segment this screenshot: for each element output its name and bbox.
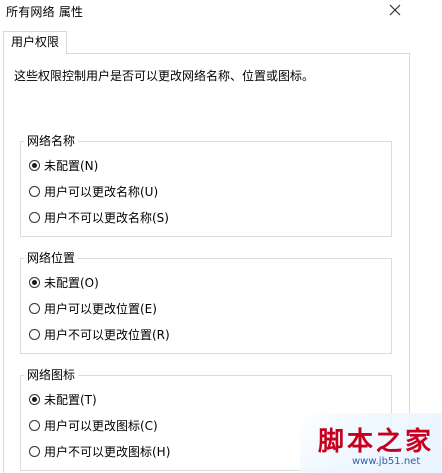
group-legend: 网络图标 <box>24 367 79 383</box>
radio-option[interactable]: 用户可以更改位置(E) <box>29 299 157 317</box>
radio-button[interactable] <box>29 211 40 223</box>
description-text: 这些权限控制用户是否可以更改网络名称、位置或图标。 <box>14 69 315 83</box>
window-title: 所有网络 属性 <box>6 5 84 19</box>
radio-option[interactable]: 用户不可以更改位置(R) <box>29 325 170 343</box>
tab-strip: 用户权限 <box>0 30 442 54</box>
tab-user-permissions[interactable]: 用户权限 <box>3 31 68 54</box>
radio-button[interactable] <box>29 302 40 314</box>
radio-button[interactable] <box>29 445 40 457</box>
radio-button[interactable] <box>29 328 40 340</box>
radio-option[interactable]: 未配置(O) <box>29 273 99 291</box>
group-network-location: 网络位置 未配置(O) 用户可以更改位置(E) 用户不可以更改位置(R) <box>20 250 392 354</box>
radio-option[interactable]: 用户可以更改图标(C) <box>29 416 158 434</box>
group-legend: 网络位置 <box>24 250 79 266</box>
radio-label: 未配置(T) <box>44 392 97 407</box>
radio-option[interactable]: 用户可以更改名称(U) <box>29 182 158 200</box>
radio-label: 未配置(N) <box>44 158 99 173</box>
radio-option[interactable]: 未配置(T) <box>29 390 97 408</box>
radio-option[interactable]: 用户不可以更改图标(H) <box>29 442 170 460</box>
radio-label: 用户不可以更改位置(R) <box>44 327 170 342</box>
properties-dialog: 所有网络 属性 用户权限 这些权限控制用户是否可以更改网络名称、位置或图标。 网… <box>0 0 442 473</box>
radio-button[interactable] <box>29 185 40 197</box>
title-bar: 所有网络 属性 <box>0 0 442 24</box>
radio-option[interactable]: 用户不可以更改名称(S) <box>29 208 169 226</box>
radio-label: 用户不可以更改图标(H) <box>44 444 171 459</box>
watermark-url: www.jb51.net <box>352 456 421 467</box>
radio-button[interactable] <box>29 393 40 405</box>
radio-label: 用户可以更改位置(E) <box>44 301 157 316</box>
group-legend: 网络名称 <box>24 133 79 149</box>
radio-label: 未配置(O) <box>44 275 99 290</box>
radio-label: 用户不可以更改名称(S) <box>44 210 169 225</box>
watermark: 脚本之家 www.jb51.net <box>300 413 442 473</box>
radio-option[interactable]: 未配置(N) <box>29 156 98 174</box>
radio-button[interactable] <box>29 419 40 431</box>
watermark-brand: 脚本之家 <box>318 427 435 457</box>
group-network-name: 网络名称 未配置(N) 用户可以更改名称(U) 用户不可以更改名称(S) <box>20 133 392 237</box>
close-icon <box>389 4 401 16</box>
close-button[interactable] <box>384 2 406 20</box>
radio-button[interactable] <box>29 276 40 288</box>
radio-button[interactable] <box>29 159 40 171</box>
radio-label: 用户可以更改名称(U) <box>44 184 159 199</box>
radio-label: 用户可以更改图标(C) <box>44 418 158 433</box>
